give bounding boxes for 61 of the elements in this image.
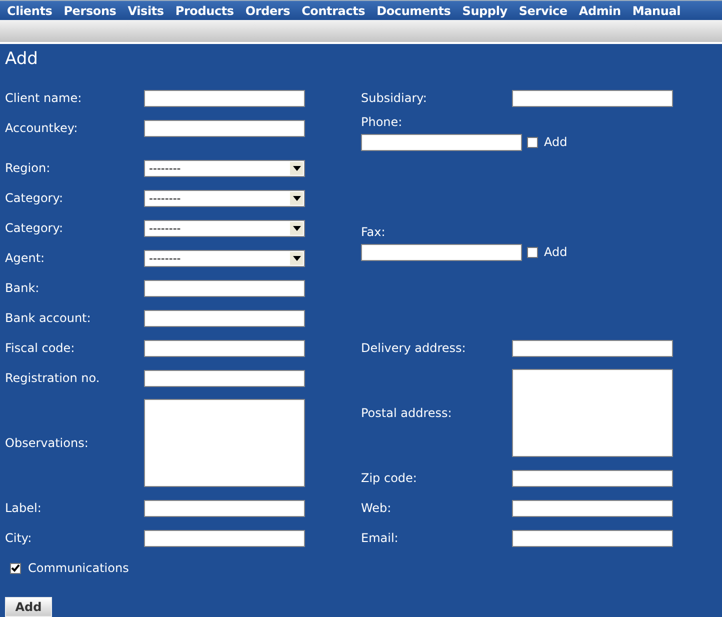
field-label: Fiscal code: bbox=[5, 341, 76, 355]
input-field[interactable] bbox=[144, 500, 305, 516]
input-field[interactable] bbox=[144, 90, 305, 106]
menu-item[interactable]: Persons bbox=[64, 4, 116, 18]
field-label: Email: bbox=[361, 531, 400, 545]
input-field[interactable] bbox=[512, 90, 673, 106]
input-field[interactable] bbox=[512, 340, 673, 356]
field-label: Category: bbox=[5, 221, 64, 235]
field-label: Subsidiary: bbox=[361, 91, 428, 105]
field-label: Registration no. bbox=[5, 371, 101, 385]
menu-item[interactable]: Clients bbox=[7, 4, 52, 18]
input-field[interactable] bbox=[144, 340, 305, 356]
field-label: Region: bbox=[5, 161, 52, 175]
field-label: Observations: bbox=[5, 436, 90, 450]
field-label: Web: bbox=[361, 501, 392, 515]
field-label: Agent: bbox=[5, 251, 46, 265]
menu-item[interactable]: Service bbox=[518, 4, 568, 18]
field-label: City: bbox=[5, 531, 33, 545]
text-area[interactable] bbox=[144, 399, 305, 487]
checkbox-label: Add bbox=[544, 245, 568, 259]
input-field[interactable] bbox=[144, 370, 305, 386]
checkbox-label: Communications bbox=[28, 561, 129, 575]
field-label: Bank account: bbox=[5, 311, 92, 325]
field-label: Postal address: bbox=[361, 406, 453, 420]
dropdown[interactable]: -------- bbox=[144, 220, 305, 236]
field-label: Fax: bbox=[361, 224, 386, 241]
menu-item[interactable]: Products bbox=[175, 4, 234, 18]
field-label: Phone: bbox=[361, 114, 402, 131]
dropdown[interactable]: -------- bbox=[144, 190, 305, 206]
menu-item[interactable]: Contracts bbox=[302, 4, 366, 18]
field-label: Delivery address: bbox=[361, 341, 467, 355]
field-label: Category: bbox=[5, 191, 64, 205]
menu-item[interactable]: Visits bbox=[128, 4, 164, 18]
menu-item[interactable]: Admin bbox=[578, 4, 621, 18]
dropdown[interactable]: -------- bbox=[144, 250, 305, 266]
page-title: Add bbox=[5, 48, 39, 71]
input-field[interactable] bbox=[144, 530, 305, 546]
input-field[interactable] bbox=[361, 134, 522, 150]
menu-item[interactable]: Supply bbox=[462, 4, 508, 18]
field-label: Client name: bbox=[5, 91, 83, 105]
text-area[interactable] bbox=[512, 369, 673, 457]
input-field[interactable] bbox=[144, 120, 305, 136]
menu-item[interactable]: Documents bbox=[376, 4, 451, 18]
input-field[interactable] bbox=[512, 500, 673, 516]
checkbox-label: Add bbox=[544, 135, 568, 149]
add-button[interactable]: Add bbox=[5, 597, 52, 617]
input-field[interactable] bbox=[144, 280, 305, 296]
dropdown[interactable]: -------- bbox=[144, 160, 305, 176]
checkbox[interactable] bbox=[527, 136, 538, 148]
input-field[interactable] bbox=[512, 530, 673, 546]
field-label: Label: bbox=[5, 501, 42, 515]
checkbox[interactable] bbox=[10, 562, 21, 574]
field-label: Bank: bbox=[5, 281, 40, 295]
field-label: Zip code: bbox=[361, 471, 418, 485]
input-field[interactable] bbox=[512, 470, 673, 486]
field-label: Accountkey: bbox=[5, 121, 79, 135]
input-field[interactable] bbox=[144, 310, 305, 326]
checkbox[interactable] bbox=[527, 246, 538, 258]
input-field[interactable] bbox=[361, 244, 522, 260]
menu-item[interactable]: Manual bbox=[632, 4, 681, 18]
menu-item[interactable]: Orders bbox=[245, 4, 290, 18]
